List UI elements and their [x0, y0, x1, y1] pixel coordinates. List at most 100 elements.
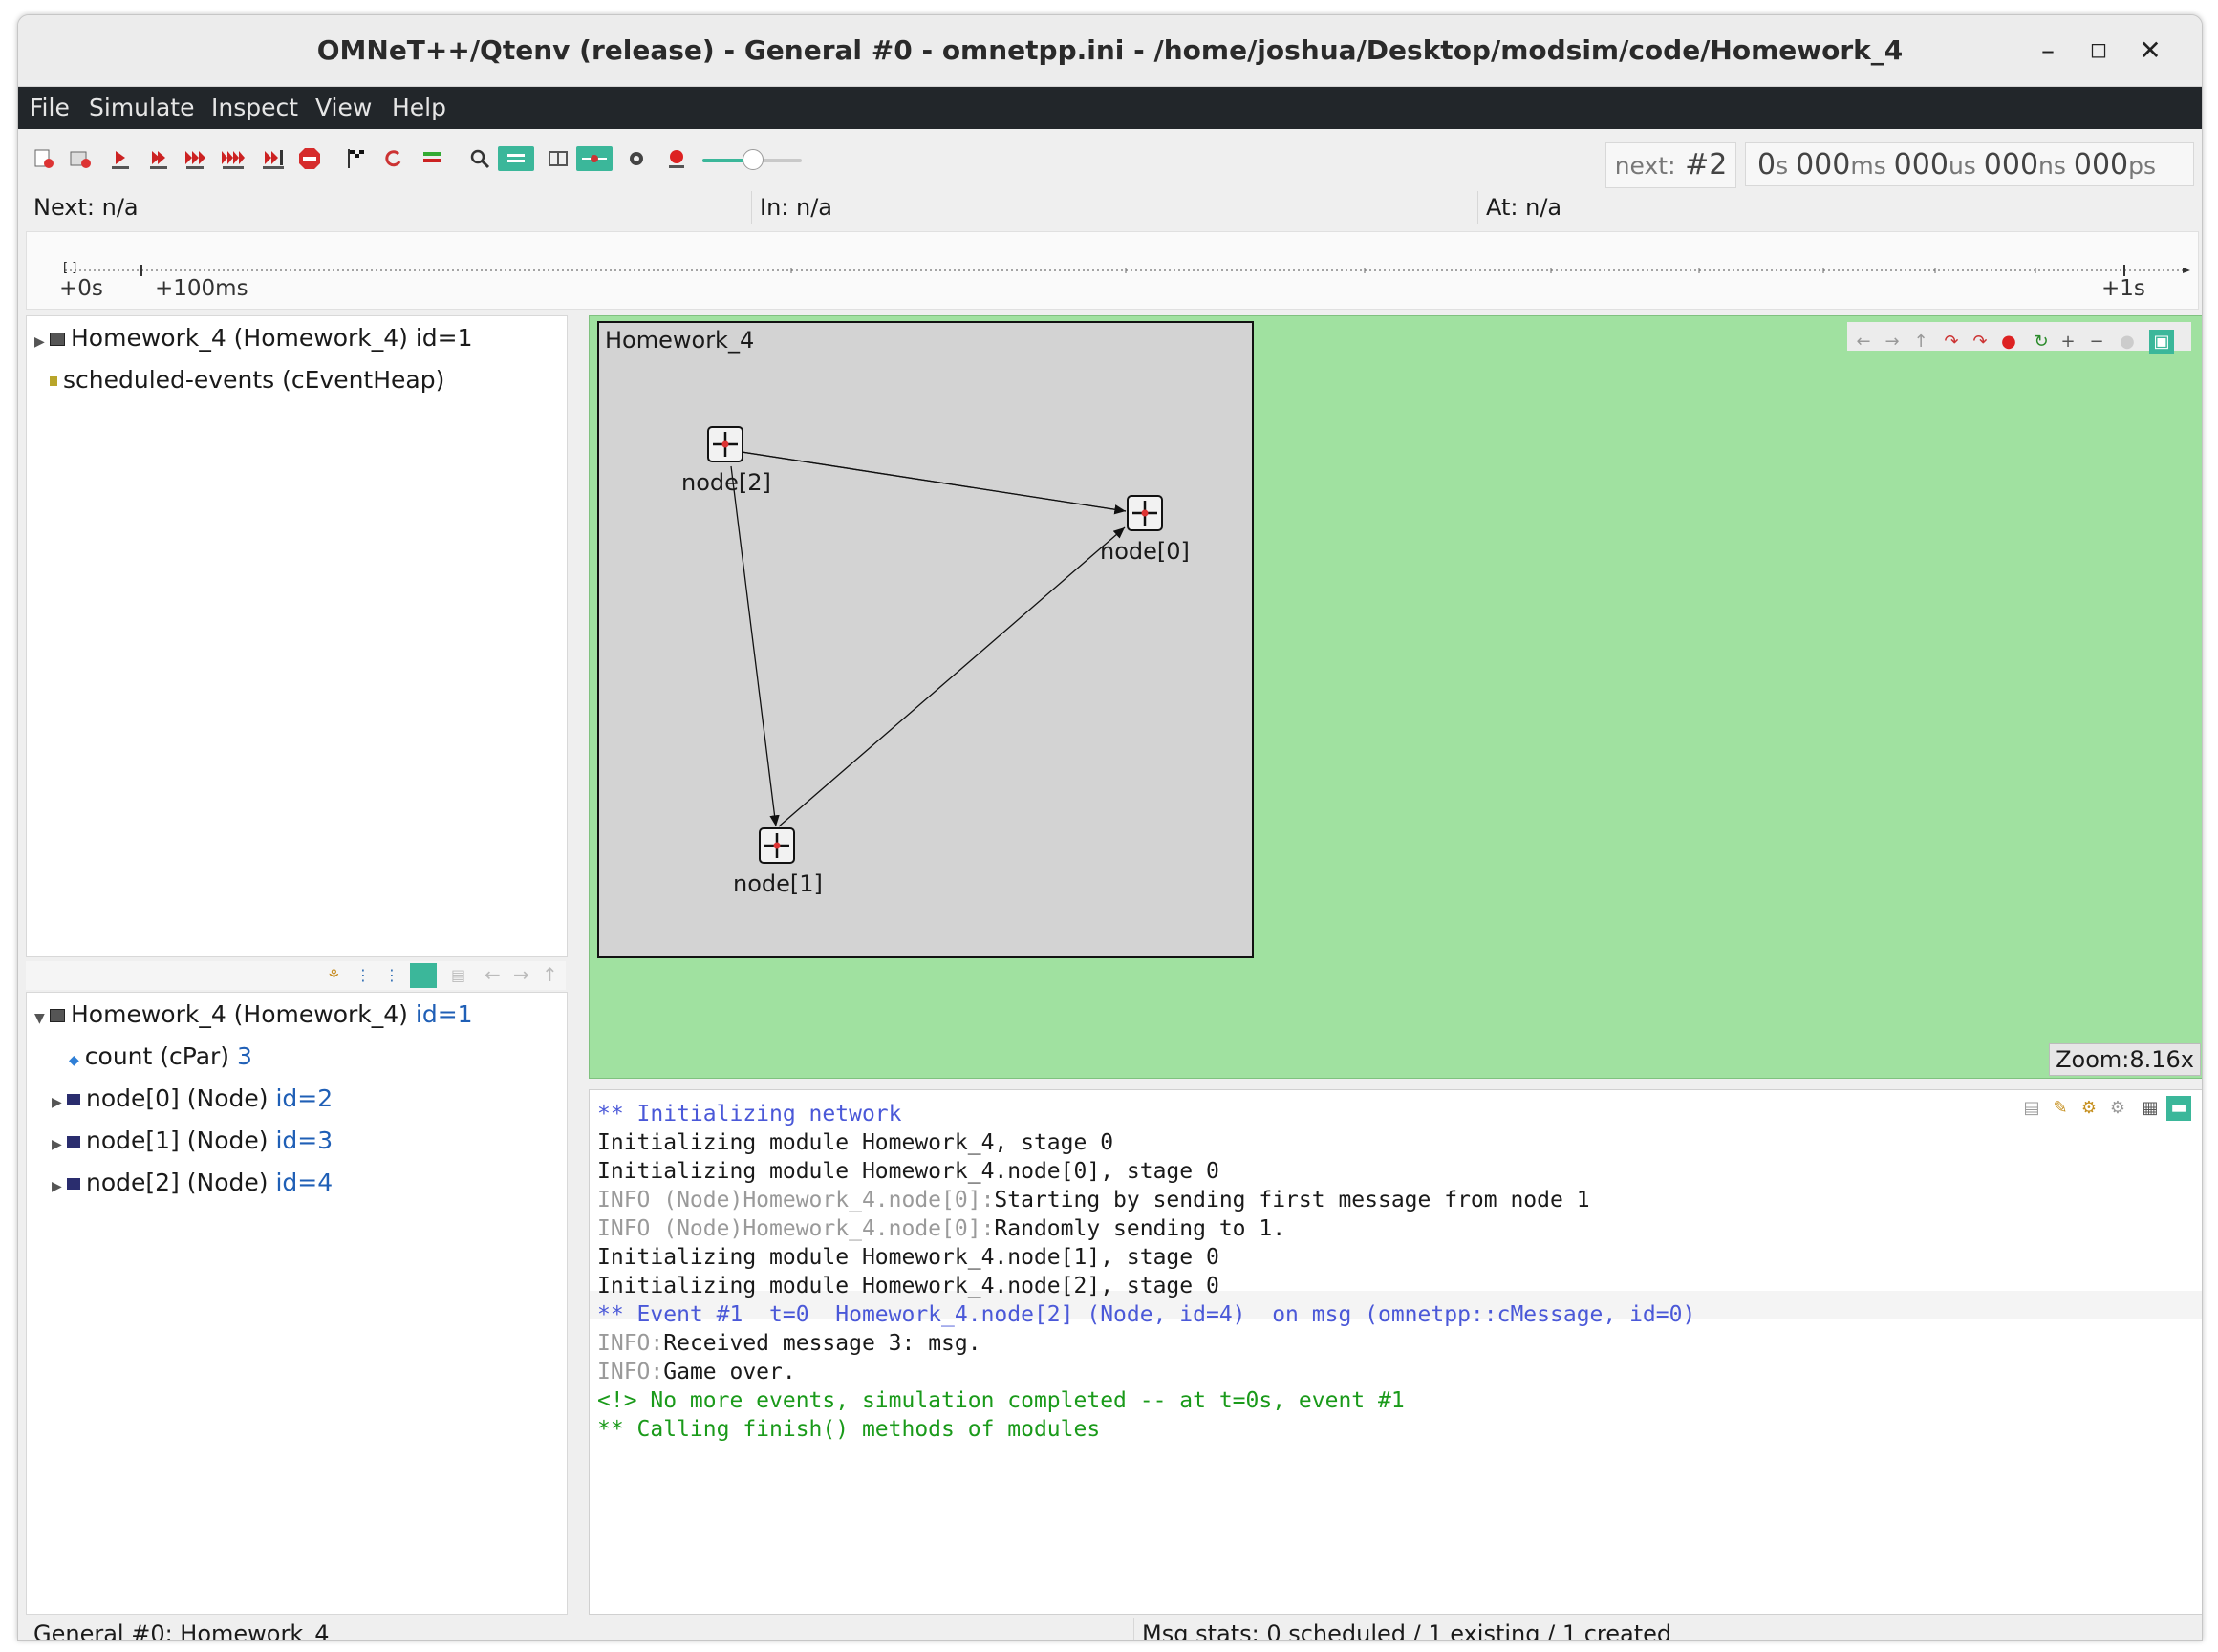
log-messages-mode-icon[interactable]: ▦: [2138, 1096, 2163, 1121]
flat-mode-icon[interactable]: [410, 963, 437, 988]
object-tree-panel: ▶ Homework_4 (Homework_4) id=1 scheduled-…: [26, 315, 568, 957]
log-settings-icon[interactable]: ⚙: [2105, 1096, 2130, 1121]
menu-view[interactable]: View: [315, 94, 372, 121]
maximize-button[interactable]: ◻: [2082, 34, 2115, 67]
submodule-icon: [67, 1094, 80, 1105]
canvas-run-icon[interactable]: ↷: [1968, 330, 1992, 354]
close-button[interactable]: ✕: [2134, 34, 2166, 67]
load-config-icon[interactable]: [32, 146, 56, 171]
record-events-icon[interactable]: [420, 146, 444, 171]
load-network-icon[interactable]: [68, 146, 93, 171]
canvas-relayout-icon[interactable]: ↻: [2029, 330, 2054, 354]
at-info: At: n/a: [1486, 194, 1562, 221]
inheritance-mode-icon[interactable]: ▤: [451, 966, 465, 984]
tree-item-label: scheduled-events (cEventHeap): [63, 366, 445, 394]
inspector-item-node0[interactable]: ▶ node[0] (Node) id=2: [52, 1084, 333, 1112]
inspector-item-node2[interactable]: ▶ node[2] (Node) id=4: [52, 1169, 333, 1196]
node1-icon[interactable]: [759, 827, 795, 864]
run-until-icon[interactable]: [261, 146, 286, 171]
canvas-back-icon[interactable]: ←: [1851, 330, 1876, 354]
layout-vertical-icon[interactable]: [546, 146, 571, 171]
menu-file[interactable]: File: [30, 94, 70, 121]
menu-inspect[interactable]: Inspect: [211, 94, 298, 121]
time-ps: 000: [2073, 148, 2129, 182]
log-lines-mode-icon[interactable]: ▬: [2166, 1096, 2191, 1121]
node2-icon[interactable]: [707, 426, 743, 462]
expand-arrow-icon[interactable]: ▶: [52, 1179, 67, 1194]
timeline-label-0: +0s: [59, 276, 103, 301]
run-icon[interactable]: [146, 146, 171, 171]
forward-arrow-icon[interactable]: →: [513, 963, 529, 986]
find-icon[interactable]: [467, 146, 492, 171]
rebuild-icon[interactable]: [381, 146, 406, 171]
back-arrow-icon[interactable]: ←: [485, 963, 501, 986]
next-label: next:: [1614, 152, 1676, 180]
tree-item-scheduled-events[interactable]: scheduled-events (cEventHeap): [50, 366, 444, 394]
zoom-in-icon[interactable]: +: [2056, 330, 2080, 354]
zoom-out-icon[interactable]: −: [2084, 330, 2109, 354]
menu-simulate[interactable]: Simulate: [89, 94, 194, 121]
log-line: Initializing module Homework_4.node[2], …: [597, 1274, 1219, 1298]
minimize-button[interactable]: –: [2032, 34, 2064, 67]
timeline-label-100ms: +100ms: [155, 276, 248, 301]
grouped-mode-icon[interactable]: ⋮: [384, 966, 399, 984]
layout-horizontal-icon[interactable]: [498, 146, 534, 171]
fast-run-icon[interactable]: [183, 146, 207, 171]
network-icon[interactable]: ⚘: [327, 966, 346, 985]
item-value: id=4: [275, 1169, 334, 1196]
canvas-stop-icon[interactable]: ●: [1996, 330, 2021, 354]
children-mode-icon[interactable]: ⋮: [355, 966, 371, 984]
log-line: INFO (Node)Homework_4.node[0]:Starting b…: [597, 1188, 1590, 1212]
up-arrow-icon[interactable]: ↑: [542, 963, 558, 986]
log-find-icon[interactable]: ⚙: [2077, 1096, 2101, 1121]
log-panel[interactable]: ▤ ✎ ⚙ ⚙ ▦ ▬ ** Initializing network Init…: [589, 1089, 2202, 1615]
express-run-icon[interactable]: [221, 146, 246, 171]
title-bar: OMNeT++/Qtenv (release) - General #0 - o…: [18, 15, 2202, 87]
node1-label: node[1]: [733, 870, 823, 897]
inspector-root[interactable]: ▼ Homework_4 (Homework_4) id=1: [34, 1000, 473, 1028]
canvas-up-icon[interactable]: ↑: [1908, 330, 1933, 354]
inspector-item-node1[interactable]: ▶ node[1] (Node) id=3: [52, 1126, 333, 1154]
timeline-axis: [65, 265, 2190, 276]
network-canvas[interactable]: Homework_4 node[2] node[0] node[1] ← → ↑…: [589, 315, 2202, 1079]
time-seconds: 0: [1757, 148, 1777, 182]
connections: [728, 446, 1127, 827]
log-line: ** Event #1 t=0 Homework_4.node[2] (Node…: [597, 1302, 1696, 1327]
root-name: Homework_4 (Homework_4): [71, 1000, 408, 1028]
item-value: 3: [237, 1042, 252, 1070]
timeline[interactable]: [ ] +0s +100ms +1s: [26, 231, 2199, 310]
module-icon: [50, 333, 65, 346]
root-id: id=1: [415, 1000, 473, 1028]
record-video-icon[interactable]: [664, 146, 689, 171]
speed-slider-handle[interactable]: [743, 149, 764, 170]
step-icon[interactable]: [108, 146, 133, 171]
next-event-box: next: #2: [1605, 142, 1736, 188]
expand-arrow-icon[interactable]: ▶: [52, 1095, 67, 1110]
item-value: id=2: [275, 1084, 334, 1112]
tree-item-network[interactable]: ▶ Homework_4 (Homework_4) id=1: [34, 324, 473, 352]
log-line: <!> No more events, simulation completed…: [597, 1388, 1405, 1413]
menu-help[interactable]: Help: [392, 94, 446, 121]
node0-icon[interactable]: [1127, 495, 1163, 531]
collapse-arrow-icon[interactable]: ▼: [34, 1011, 50, 1026]
stop-icon[interactable]: [297, 146, 322, 171]
canvas-step-icon[interactable]: ↷: [1939, 330, 1964, 354]
finish-flag-icon[interactable]: [343, 146, 368, 171]
log-filter-icon[interactable]: ✎: [2048, 1096, 2073, 1121]
submodule-icon: [67, 1136, 80, 1148]
canvas-forward-icon[interactable]: →: [1880, 330, 1905, 354]
item-name: node[1] (Node): [86, 1126, 269, 1154]
expand-arrow-icon[interactable]: ▶: [34, 334, 50, 350]
item-value: id=3: [275, 1126, 334, 1154]
settings-gear-icon[interactable]: [624, 146, 649, 171]
log-line: ** Calling finish() methods of modules: [597, 1417, 1101, 1442]
canvas-options-icon[interactable]: ●: [2115, 330, 2140, 354]
link-node0-node2: [728, 446, 1127, 512]
canvas-mode-icon[interactable]: ▣: [2149, 330, 2174, 354]
node0-label: node[0]: [1100, 538, 1190, 565]
expand-arrow-icon[interactable]: ▶: [52, 1137, 67, 1152]
log-copy-icon[interactable]: ▤: [2019, 1096, 2044, 1121]
item-name: node[0] (Node): [86, 1084, 269, 1112]
inspector-item-count[interactable]: ◆ count (cPar) 3: [69, 1042, 252, 1070]
timeline-toggle-icon[interactable]: [576, 146, 613, 171]
